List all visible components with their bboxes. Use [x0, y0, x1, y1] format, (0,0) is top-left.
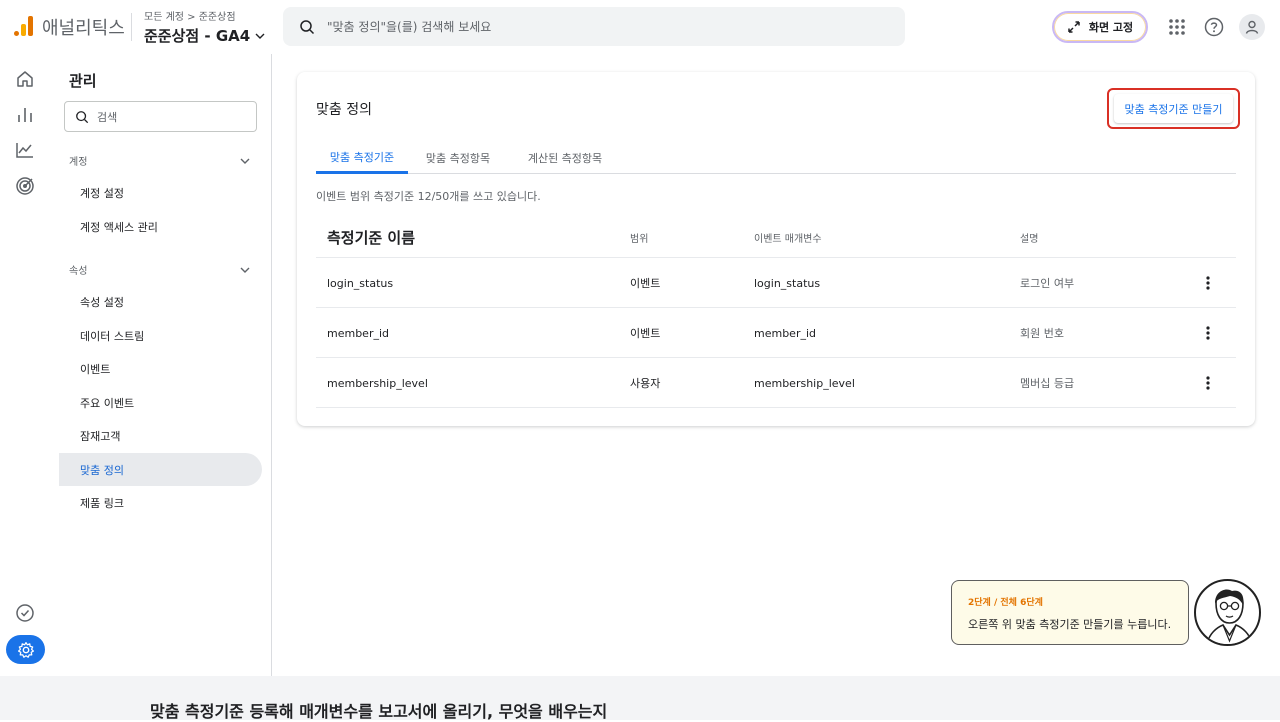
table-row[interactable]: login_status 이벤트 login_status 로그인 여부: [316, 258, 1236, 308]
divider: [131, 13, 132, 41]
cell-scope: 사용자: [630, 377, 661, 390]
guide-avatar: [1194, 579, 1261, 646]
more-vert-icon[interactable]: [1198, 323, 1218, 343]
tab-bar: 맞춤 측정기준 맞춤 측정항목 계산된 측정항목: [316, 142, 1236, 174]
section-account-header[interactable]: 계정: [69, 153, 251, 168]
sidenav-item-data-streams[interactable]: 데이터 스트림: [59, 319, 262, 352]
column-header-description[interactable]: 설명: [1020, 216, 1038, 258]
search-icon: [76, 110, 89, 123]
footer-bar: 맞춤 측정기준 등록해 매개변수를 보고서에 올리기, 무엇을 배우는지: [0, 676, 1280, 721]
breadcrumb: 모든 계정 > 준준상점: [144, 8, 236, 23]
chevron-right-icon: >: [187, 12, 199, 23]
check-circle-icon[interactable]: [14, 602, 36, 624]
pin-screen-button[interactable]: 화면 고정: [1052, 11, 1148, 43]
search-placeholder: "맞춤 정의"을(를) 검색해 보세요: [327, 20, 492, 34]
sidenav-title: 관리: [69, 72, 97, 90]
highlight-box: 맞춤 측정기준 만들기: [1107, 88, 1240, 129]
cell-name: member_id: [327, 326, 390, 340]
page-title: 맞춤 정의: [316, 102, 372, 118]
sidenav-search-input[interactable]: 검색: [64, 101, 257, 132]
sidenav-item-events[interactable]: 이벤트: [59, 352, 262, 385]
sidenav-item-audiences[interactable]: 잠재고객: [59, 419, 262, 452]
custom-definitions-card: 맞춤 정의 맞춤 측정기준 만들기 맞춤 측정기준 맞춤 측정항목 계산된 측정…: [297, 72, 1255, 426]
breadcrumb-account[interactable]: 모든 계정: [144, 12, 184, 23]
cell-param: member_id: [754, 326, 817, 340]
section-account-label: 계정: [69, 157, 88, 168]
cell-param: membership_level: [754, 376, 855, 390]
sidenav-item-key-events[interactable]: 주요 이벤트: [59, 386, 262, 419]
cell-name: login_status: [327, 276, 394, 290]
table-row[interactable]: member_id 이벤트 member_id 회원 번호: [316, 308, 1236, 358]
cell-description: 회원 번호: [1020, 327, 1064, 340]
home-icon[interactable]: [14, 68, 36, 90]
app-name[interactable]: 애널리틱스: [42, 14, 125, 40]
top-bar: 애널리틱스 모든 계정 > 준준상점 준준상점 - GA4 "맞춤 정의"을(를…: [0, 0, 1280, 54]
property-selector[interactable]: 준준상점 - GA4: [144, 25, 266, 46]
admin-sidenav: 관리 검색 계정 계정 설정 계정 액세스 관리 속성 속성 설정 데이터 스트…: [50, 54, 272, 676]
cell-scope: 이벤트: [630, 277, 661, 290]
column-header-event-parameter[interactable]: 이벤트 매개변수: [754, 216, 822, 258]
create-custom-dimension-button[interactable]: 맞춤 측정기준 만들기: [1114, 94, 1233, 123]
search-icon: [300, 19, 315, 34]
nav-rail: [0, 54, 50, 676]
guide-text: 오른쪽 위 맞춤 측정기준 만들기를 누릅니다.: [968, 618, 1172, 631]
reports-icon[interactable]: [14, 104, 36, 126]
section-property-header[interactable]: 속성: [69, 262, 251, 277]
cell-scope: 이벤트: [630, 327, 661, 340]
tab-calculated-metrics[interactable]: 계산된 측정항목: [510, 142, 620, 174]
column-header-name[interactable]: 측정기준 이름: [327, 216, 415, 258]
sidenav-item-account-settings[interactable]: 계정 설정: [59, 176, 262, 209]
footer-title: 맞춤 측정기준 등록해 매개변수를 보고서에 올리기, 무엇을 배우는지: [150, 702, 608, 721]
guide-tooltip: 2단계 / 전체 6단계 오른쪽 위 맞춤 측정기준 만들기를 누릅니다.: [951, 580, 1189, 645]
apps-grid-icon[interactable]: [1165, 15, 1189, 39]
chevron-down-icon: [240, 267, 250, 273]
expand-icon: [1068, 21, 1080, 33]
analytics-logo[interactable]: [14, 16, 34, 36]
cell-description: 멤버십 등급: [1020, 377, 1075, 390]
breadcrumb-property[interactable]: 준준상점: [199, 12, 236, 23]
chevron-down-icon: [240, 158, 250, 164]
cell-description: 로그인 여부: [1020, 277, 1075, 290]
sidenav-item-property-settings[interactable]: 속성 설정: [59, 285, 262, 318]
table-header: 측정기준 이름 범위 이벤트 매개변수 설명: [316, 216, 1236, 258]
more-vert-icon[interactable]: [1198, 373, 1218, 393]
tab-custom-dimensions[interactable]: 맞춤 측정기준: [316, 142, 408, 174]
tab-custom-metrics[interactable]: 맞춤 측정항목: [412, 142, 504, 174]
guide-step: 2단계 / 전체 6단계: [968, 598, 1043, 608]
pin-screen-label: 화면 고정: [1088, 21, 1134, 34]
help-icon[interactable]: [1202, 15, 1226, 39]
cell-param: login_status: [754, 276, 821, 290]
section-property-label: 속성: [69, 266, 88, 277]
usage-text: 이벤트 범위 측정기준 12/50개를 쓰고 있습니다.: [316, 190, 541, 203]
more-vert-icon[interactable]: [1198, 273, 1218, 293]
settings-icon[interactable]: [6, 635, 45, 664]
property-selector-label: 준준상점 - GA4: [144, 27, 251, 45]
table-row[interactable]: membership_level 사용자 membership_level 멤버…: [316, 358, 1236, 408]
sidenav-item-product-links[interactable]: 제품 링크: [59, 486, 262, 519]
sidenav-item-account-access[interactable]: 계정 액세스 관리: [59, 210, 262, 243]
chevron-down-icon: [255, 33, 265, 39]
column-header-scope[interactable]: 범위: [630, 216, 648, 258]
account-icon[interactable]: [1239, 14, 1265, 40]
explore-icon[interactable]: [14, 139, 36, 161]
cell-name: membership_level: [327, 376, 428, 390]
global-search[interactable]: "맞춤 정의"을(를) 검색해 보세요: [283, 7, 905, 46]
sidenav-item-custom-definitions[interactable]: 맞춤 정의: [59, 453, 262, 486]
sidenav-search-placeholder: 검색: [97, 110, 118, 124]
advertising-icon[interactable]: [14, 175, 36, 197]
